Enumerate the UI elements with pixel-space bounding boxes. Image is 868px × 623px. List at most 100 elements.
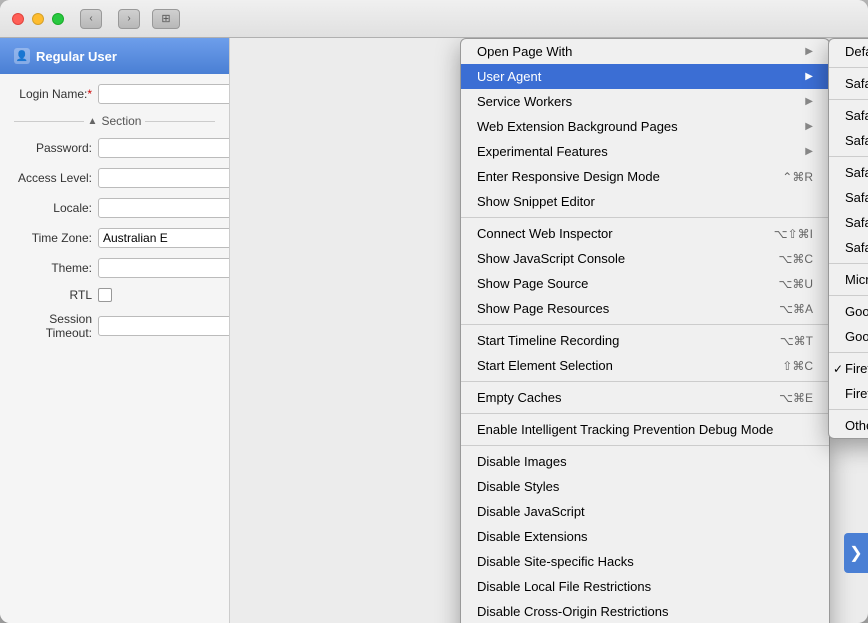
menu-shortcut: ⌥⌘T (780, 334, 813, 348)
menu-item-web-extension[interactable]: Web Extension Background Pages ▶ (461, 114, 829, 139)
menu-item-element-selection[interactable]: Start Element Selection ⇧⌘C (461, 353, 829, 378)
submenu-item-label: Firefox — macOS (845, 361, 868, 376)
submenu-item-other[interactable]: Other... (829, 413, 868, 438)
menu-item-disable-extensions[interactable]: Disable Extensions (461, 524, 829, 549)
menu-item-label: Connect Web Inspector (477, 226, 754, 241)
submenu-separator (829, 263, 868, 264)
minimize-button[interactable] (32, 13, 44, 25)
menu-area: Open Page With ▶ User Agent ▶ Service Wo… (230, 38, 868, 623)
submenu-item-safari-ios13-ipad[interactable]: Safari — iOS 13.1.3 — iPad (829, 235, 868, 260)
submenu-item-chrome-windows[interactable]: Google Chrome — Windows (829, 324, 868, 349)
menu-item-label: Start Timeline Recording (477, 333, 760, 348)
submenu-item-safari-14[interactable]: Safari 14.1.2 (829, 71, 868, 96)
close-button[interactable] (12, 13, 24, 25)
submenu-item-safari-ios14-iphone[interactable]: Safari — iOS 14.0 — iPhone (829, 103, 868, 128)
right-edge-button[interactable]: ❯ (844, 533, 868, 573)
session-timeout-input[interactable] (98, 316, 230, 336)
submenu-item-firefox-windows[interactable]: Firefox — Windows (829, 381, 868, 406)
menu-item-timeline[interactable]: Start Timeline Recording ⌥⌘T (461, 328, 829, 353)
maximize-button[interactable] (52, 13, 64, 25)
menu-item-label: User Agent (477, 69, 797, 84)
submenu-arrow-icon: ▶ (805, 146, 813, 157)
menu-item-label: Enable Intelligent Tracking Prevention D… (477, 422, 813, 437)
menu-item-disable-local-file[interactable]: Disable Local File Restrictions (461, 574, 829, 599)
submenu-separator (829, 352, 868, 353)
menu-item-label: Disable Local File Restrictions (477, 579, 813, 594)
menu-item-user-agent[interactable]: User Agent ▶ (461, 64, 829, 89)
locale-input[interactable] (98, 198, 230, 218)
session-timeout-label: Session Timeout: (14, 312, 92, 340)
menu-item-page-resources[interactable]: Show Page Resources ⌥⌘A (461, 296, 829, 321)
submenu-separator (829, 99, 868, 100)
menu-item-experimental[interactable]: Experimental Features ▶ (461, 139, 829, 164)
rtl-checkbox[interactable] (98, 288, 112, 302)
menu-item-snippet-editor[interactable]: Show Snippet Editor (461, 189, 829, 214)
login-name-input[interactable] (98, 84, 230, 104)
menu-item-label: Disable Images (477, 454, 813, 469)
submenu-item-label: Google Chrome — macOS (845, 304, 868, 319)
menu-item-disable-js[interactable]: Disable JavaScript (461, 499, 829, 524)
menu-item-label: Disable Styles (477, 479, 813, 494)
submenu-separator (829, 156, 868, 157)
access-level-label: Access Level: (14, 171, 92, 185)
menu-item-disable-site-hacks[interactable]: Disable Site-specific Hacks (461, 549, 829, 574)
submenu-item-label: Default (Automatically Chosen) (845, 44, 868, 59)
form-header: 👤 Regular User (0, 38, 229, 74)
menu-item-open-page-with[interactable]: Open Page With ▶ (461, 39, 829, 64)
menu-item-label: Disable Extensions (477, 529, 813, 544)
menu-separator (461, 324, 829, 325)
section-line-left (14, 121, 84, 122)
menu-item-label: Experimental Features (477, 144, 797, 159)
rtl-label: RTL (14, 288, 92, 302)
form-body: Login Name:* ▲ Section Password: (0, 74, 229, 360)
menu-item-label: Enter Responsive Design Mode (477, 169, 762, 184)
menu-item-label: Show JavaScript Console (477, 251, 759, 266)
menu-item-label: Start Element Selection (477, 358, 762, 373)
menu-item-disable-styles[interactable]: Disable Styles (461, 474, 829, 499)
submenu-item-firefox-macos[interactable]: Firefox — macOS (829, 356, 868, 381)
menu-item-label: Service Workers (477, 94, 797, 109)
access-level-input[interactable] (98, 168, 230, 188)
menu-shortcut: ⌥⌘E (779, 391, 813, 405)
menu-item-service-workers[interactable]: Service Workers ▶ (461, 89, 829, 114)
login-name-label: Login Name:* (14, 87, 92, 101)
menu-item-disable-cors[interactable]: Disable Cross-Origin Restrictions (461, 599, 829, 623)
section-line-right (145, 121, 215, 122)
login-name-row: Login Name:* (14, 84, 215, 104)
rtl-row: RTL (14, 288, 215, 302)
primary-menu[interactable]: Open Page With ▶ User Agent ▶ Service Wo… (460, 38, 830, 623)
menu-item-web-inspector[interactable]: Connect Web Inspector ⌥⇧⌘I (461, 221, 829, 246)
timezone-label: Time Zone: (14, 231, 92, 245)
menu-item-label: Disable Cross-Origin Restrictions (477, 604, 813, 619)
form-title: Regular User (36, 49, 117, 64)
submenu-separator (829, 67, 868, 68)
submenu-item-safari-ios13-ipod[interactable]: Safari — iOS 13.1.3 — iPod touch (829, 185, 868, 210)
menu-item-disable-images[interactable]: Disable Images (461, 449, 829, 474)
back-button[interactable]: ‹ (80, 9, 102, 29)
forward-button[interactable]: › (118, 9, 140, 29)
menu-item-js-console[interactable]: Show JavaScript Console ⌥⌘C (461, 246, 829, 271)
password-input[interactable] (98, 138, 230, 158)
window: ‹ › ⊞ 👤 Regular User Login Name:* ▲ (0, 0, 868, 623)
section-arrow-icon: ▲ (88, 116, 98, 127)
menu-item-tracking-prevention[interactable]: Enable Intelligent Tracking Prevention D… (461, 417, 829, 442)
timezone-row: Time Zone: (14, 228, 215, 248)
submenu-item-safari-ios13-iphone[interactable]: Safari — iOS 13.1.3 — iPhone (829, 160, 868, 185)
menu-item-responsive-design[interactable]: Enter Responsive Design Mode ⌃⌘R (461, 164, 829, 189)
menu-shortcut: ⇧⌘C (782, 359, 813, 373)
menu-item-label: Show Page Resources (477, 301, 759, 316)
submenu-item-chrome-macos[interactable]: Google Chrome — macOS (829, 299, 868, 324)
submenu-item-edge[interactable]: Microsoft Edge (829, 267, 868, 292)
submenu-item-label: Safari 14.1.2 (845, 76, 868, 91)
theme-input[interactable] (98, 258, 230, 278)
submenu-item-safari-ios14-ipad[interactable]: Safari — iOS 14.0 — iPad Pro (829, 128, 868, 153)
menu-item-page-source[interactable]: Show Page Source ⌥⌘U (461, 271, 829, 296)
submenu-item-safari-ios13-ipad-mini[interactable]: Safari — iOS 13.1.3 — iPad Mini (829, 210, 868, 235)
timezone-input[interactable] (98, 228, 230, 248)
submenu-item-default[interactable]: Default (Automatically Chosen) (829, 39, 868, 64)
menu-item-empty-caches[interactable]: Empty Caches ⌥⌘E (461, 385, 829, 410)
user-agent-submenu[interactable]: Default (Automatically Chosen) Safari 14… (828, 38, 868, 439)
menu-item-label: Disable Site-specific Hacks (477, 554, 813, 569)
menu-item-label: Disable JavaScript (477, 504, 813, 519)
toggle-button[interactable]: ⊞ (152, 9, 180, 29)
